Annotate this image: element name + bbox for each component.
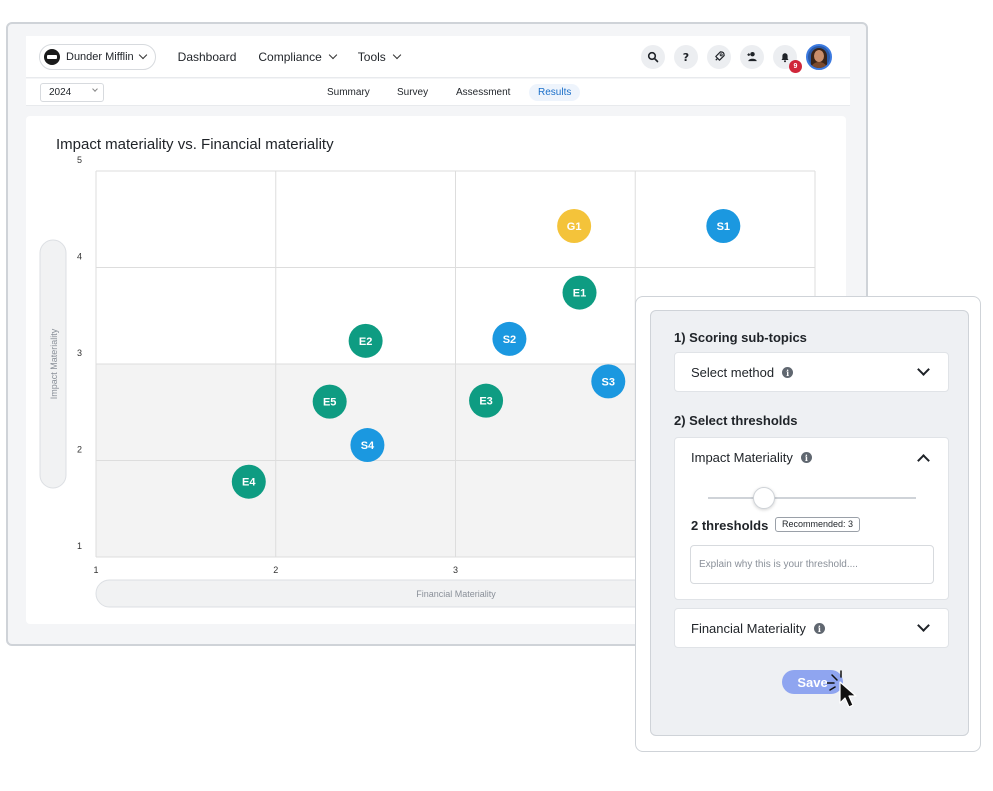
chevron-up-icon[interactable] [917,454,930,467]
data-point-e3[interactable]: E3 [469,383,504,418]
add-user-icon[interactable] [740,44,764,69]
data-point-label: E5 [323,397,336,409]
tab-summary[interactable]: Summary [318,84,379,101]
org-switcher[interactable]: Dunder Mifflin [39,43,156,70]
nav-dashboard-label: Dashboard [177,49,237,64]
data-point-s4[interactable]: S4 [350,428,385,463]
data-point-label: E4 [242,477,256,489]
slider-handle[interactable] [753,487,776,509]
rocket-icon[interactable] [707,44,731,69]
data-point-label: E2 [359,336,372,348]
financial-materiality-dropdown[interactable]: Financial Materiality i [674,608,949,648]
chevron-down-icon [138,50,147,60]
tab-results[interactable]: Results [529,84,581,101]
data-point-s2[interactable]: S2 [492,321,527,356]
data-point-label: S2 [503,334,516,346]
sub-navigation: 2024 Summary Survey Assessment Results [26,79,850,106]
data-point-e2[interactable]: E2 [348,323,383,358]
select-method-dropdown[interactable]: Select method i [674,352,949,392]
scoring-title: 1) Scoring sub-topics [674,330,807,345]
y-tick-label: 2 [77,445,82,455]
data-point-label: S3 [602,376,615,388]
data-point-g1[interactable]: G1 [557,209,592,244]
impact-materiality-section: Impact Materiality i 2 thresholds Recomm… [674,437,949,600]
data-point-s1[interactable]: S1 [706,209,741,244]
impact-materiality-label: Impact Materiality [691,450,793,465]
y-axis-label: Impact Materiality [49,328,59,399]
notification-badge: 9 [789,59,802,73]
chevron-down-icon [328,50,338,60]
y-tick-label: 5 [77,155,82,165]
nav-dashboard[interactable]: Dashboard [178,50,237,64]
data-point-e4[interactable]: E4 [231,464,266,499]
y-tick-label: 3 [77,348,82,358]
x-axis-label: Financial Materiality [416,589,496,599]
org-name: Dunder Mifflin [66,50,134,63]
svg-text:?: ? [683,51,689,63]
header-actions: ? 9 [641,43,832,73]
y-tick-label: 4 [77,252,82,262]
threshold-slider[interactable] [708,487,916,509]
settings-panel: 1) Scoring sub-topics Select method i 2)… [635,296,981,752]
data-point-e5[interactable]: E5 [312,384,347,419]
x-tick-label: 1 [93,565,98,575]
data-point-label: E1 [573,288,586,300]
info-icon[interactable]: i [782,367,794,378]
select-method-label: Select method [691,365,775,380]
nav-tools-label: Tools [357,49,386,64]
nav-compliance-label: Compliance [258,49,322,64]
tab-survey[interactable]: Survey [388,84,437,101]
threshold-explanation-input[interactable] [690,545,934,584]
info-icon[interactable]: i [813,623,825,634]
search-icon[interactable] [641,44,665,69]
nav-tools[interactable]: Tools [357,49,402,64]
data-point-label: S1 [717,221,730,233]
tab-assessment[interactable]: Assessment [447,84,519,101]
data-point-label: G1 [567,221,582,233]
chevron-down-icon [917,619,930,632]
org-logo-icon [44,48,60,65]
data-point-e1[interactable]: E1 [562,275,597,310]
pointer-cursor-icon [827,670,857,708]
data-point-label: S4 [361,440,375,452]
data-point-label: E3 [479,396,492,408]
help-icon[interactable]: ? [674,44,698,69]
bell-icon[interactable]: 9 [773,44,802,73]
y-tick-label: 1 [77,541,82,551]
chevron-down-icon [917,363,930,376]
x-tick-label: 3 [453,565,458,575]
nav-compliance[interactable]: Compliance [258,49,338,64]
x-tick-label: 2 [273,565,278,575]
year-select[interactable]: 2024 [40,83,104,102]
info-icon[interactable]: i [800,452,812,463]
financial-materiality-label: Financial Materiality [691,621,806,636]
top-navigation: Dunder Mifflin Dashboard Compliance Tool… [26,36,850,78]
avatar[interactable] [806,43,832,70]
recommended-badge: Recommended: 3 [775,517,861,532]
data-point-s3[interactable]: S3 [591,364,626,399]
threshold-count: 2 thresholds [691,518,769,533]
thresholds-title: 2) Select thresholds [674,413,798,428]
year-value: 2024 [49,87,72,98]
chevron-down-icon [392,50,402,60]
settings-panel-inner: 1) Scoring sub-topics Select method i 2)… [650,310,969,736]
chevron-down-icon [92,86,98,92]
